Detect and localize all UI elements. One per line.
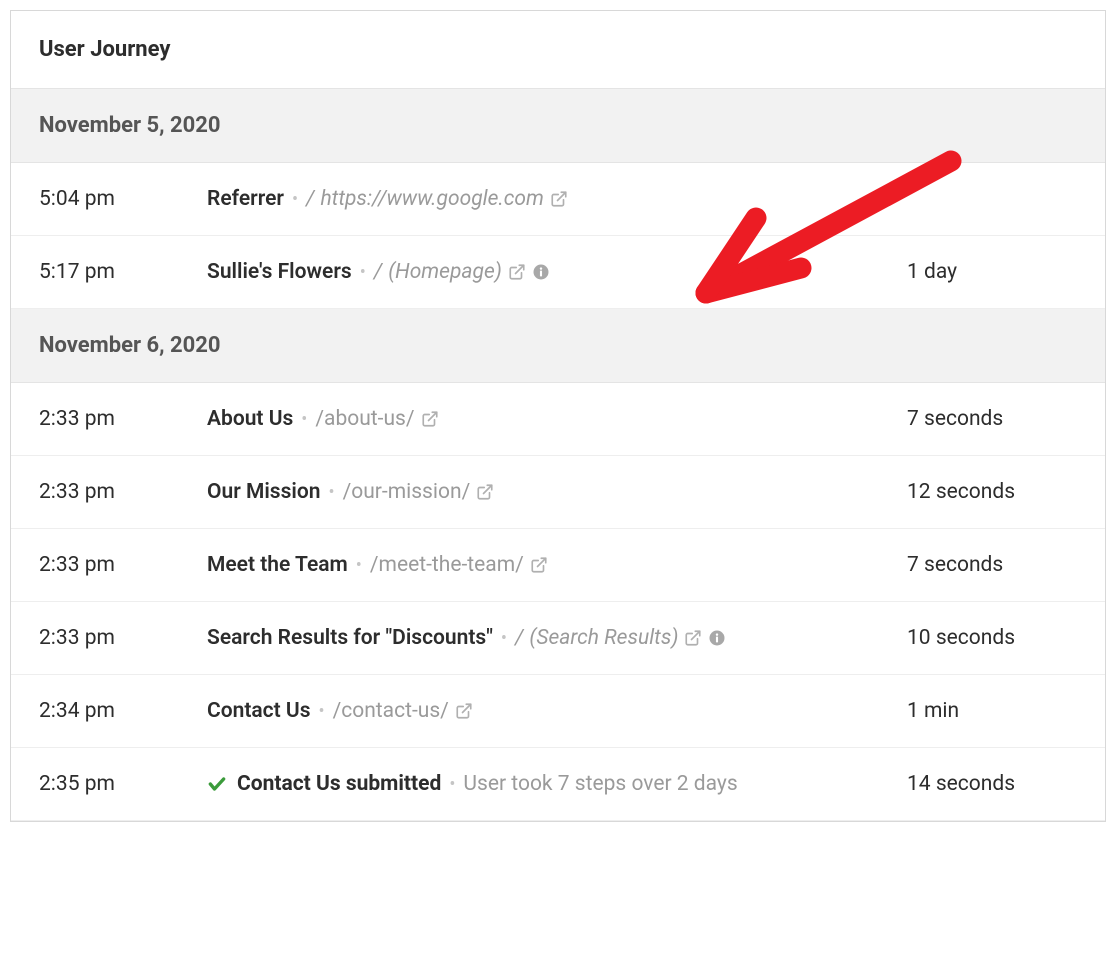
row-path: /meet-the-team/ xyxy=(370,553,524,577)
bullet-separator: • xyxy=(449,774,455,795)
row-path: /our-mission/ xyxy=(343,480,471,504)
row-time: 2:33 pm xyxy=(39,626,199,650)
bullet-separator: • xyxy=(501,628,507,649)
row-duration: 7 seconds xyxy=(907,407,1077,431)
row-duration: 12 seconds xyxy=(907,480,1077,504)
row-content: Sullie's Flowers • / (Homepage) xyxy=(207,260,899,284)
user-journey-panel: User Journey November 5, 2020 5:04 pm Re… xyxy=(10,10,1106,822)
row-path: /contact-us/ xyxy=(333,699,449,723)
date-label: November 6, 2020 xyxy=(39,333,221,358)
row-path: (Homepage) xyxy=(388,260,502,284)
row-path: (Search Results) xyxy=(529,626,678,650)
external-link-icon[interactable] xyxy=(508,263,526,281)
row-path: /about-us/ xyxy=(315,407,414,431)
date-label: November 5, 2020 xyxy=(39,113,221,138)
row-time: 2:33 pm xyxy=(39,407,199,431)
row-content: About Us • /about-us/ xyxy=(207,407,899,431)
row-duration: 14 seconds xyxy=(907,772,1077,796)
info-icon[interactable] xyxy=(532,263,550,281)
check-icon xyxy=(207,774,227,794)
row-time: 2:33 pm xyxy=(39,553,199,577)
row-content: Meet the Team • /meet-the-team/ xyxy=(207,553,899,577)
info-icon[interactable] xyxy=(708,629,726,647)
panel-header: User Journey xyxy=(11,11,1105,89)
row-duration: 10 seconds xyxy=(907,626,1077,650)
bullet-separator: • xyxy=(360,262,366,283)
date-group-header: November 6, 2020 xyxy=(11,309,1105,383)
row-time: 5:04 pm xyxy=(39,187,199,211)
submit-summary: User took 7 steps over 2 days xyxy=(463,772,737,796)
row-content: Contact Us • /contact-us/ xyxy=(207,699,899,723)
row-path: https://www.google.com xyxy=(320,187,543,211)
row-title: Sullie's Flowers xyxy=(207,260,352,284)
row-time: 5:17 pm xyxy=(39,260,199,284)
external-link-icon[interactable] xyxy=(684,629,702,647)
bullet-separator: • xyxy=(356,555,362,576)
row-title: Meet the Team xyxy=(207,553,348,577)
journey-row-submitted: 2:35 pm Contact Us submitted • User took… xyxy=(11,748,1105,821)
journey-row: 2:33 pm Search Results for "Discounts" •… xyxy=(11,602,1105,675)
row-time: 2:34 pm xyxy=(39,699,199,723)
row-content: Our Mission • /our-mission/ xyxy=(207,480,899,504)
journey-row: 2:33 pm About Us • /about-us/ 7 seconds xyxy=(11,383,1105,456)
row-title: Search Results for "Discounts" xyxy=(207,626,493,650)
journey-row: 5:04 pm Referrer • / https://www.google.… xyxy=(11,163,1105,236)
external-link-icon[interactable] xyxy=(530,556,548,574)
bullet-separator: • xyxy=(328,482,334,503)
row-title: Contact Us xyxy=(207,699,311,723)
external-link-icon[interactable] xyxy=(550,190,568,208)
row-title: About Us xyxy=(207,407,293,431)
external-link-icon[interactable] xyxy=(476,483,494,501)
external-link-icon[interactable] xyxy=(421,410,439,428)
journey-row: 2:33 pm Meet the Team • /meet-the-team/ … xyxy=(11,529,1105,602)
row-duration: 1 day xyxy=(907,260,1077,284)
row-time: 2:35 pm xyxy=(39,772,199,796)
slash-separator: / xyxy=(306,187,314,211)
slash-separator: / xyxy=(515,626,523,650)
slash-separator: / xyxy=(374,260,382,284)
row-content: Referrer • / https://www.google.com xyxy=(207,187,899,211)
row-duration: 1 min xyxy=(907,699,1077,723)
row-content: Search Results for "Discounts" • / (Sear… xyxy=(207,626,899,650)
row-title: Our Mission xyxy=(207,480,320,504)
bullet-separator: • xyxy=(292,189,298,210)
bullet-separator: • xyxy=(301,409,307,430)
journey-row: 5:17 pm Sullie's Flowers • / (Homepage) … xyxy=(11,236,1105,309)
row-duration: 7 seconds xyxy=(907,553,1077,577)
row-time: 2:33 pm xyxy=(39,480,199,504)
external-link-icon[interactable] xyxy=(455,702,473,720)
journey-row: 2:33 pm Our Mission • /our-mission/ 12 s… xyxy=(11,456,1105,529)
bullet-separator: • xyxy=(319,701,325,722)
journey-row: 2:34 pm Contact Us • /contact-us/ 1 min xyxy=(11,675,1105,748)
row-title: Referrer xyxy=(207,187,284,211)
panel-title: User Journey xyxy=(39,37,1077,62)
row-content: Contact Us submitted • User took 7 steps… xyxy=(207,772,899,796)
submitted-title: Contact Us submitted xyxy=(237,772,441,796)
date-group-header: November 5, 2020 xyxy=(11,89,1105,163)
